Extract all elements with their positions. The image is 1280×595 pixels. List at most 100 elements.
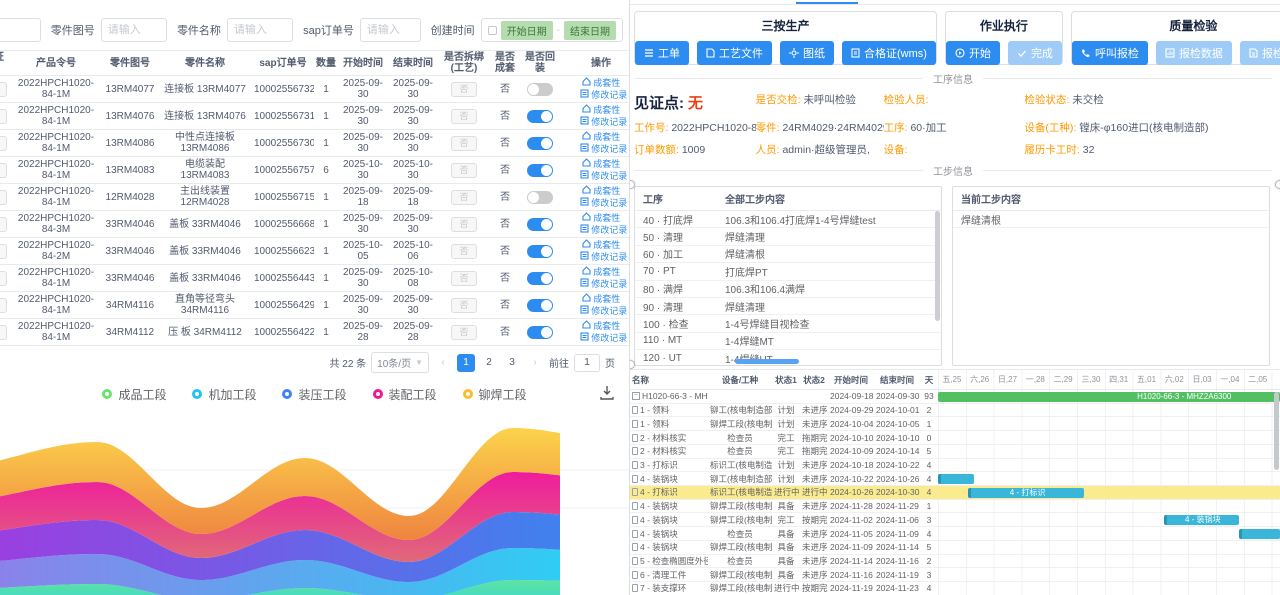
gantt-task-row[interactable]: 4 - 装锅块铆工(核电制造部)计划未进序2024-10-222024-10-2…	[630, 472, 938, 486]
page-button[interactable]: 2	[480, 354, 498, 372]
filter-input[interactable]	[227, 18, 293, 42]
reinstall-toggle[interactable]	[527, 326, 553, 339]
gantt-task-row[interactable]: 1 - 领料铆焊工段(核电制造部)计划未进序2024-10-042024-10-…	[630, 417, 938, 431]
set-link[interactable]: 成套性	[582, 240, 621, 250]
reinstall-toggle[interactable]	[527, 299, 553, 312]
unbind-badge[interactable]: 否	[451, 271, 476, 286]
set-link[interactable]: 成套性	[582, 186, 621, 196]
reinstall-toggle[interactable]	[527, 110, 553, 123]
table-row[interactable]: 否2022HPCH1020-84-1M13RM4076连接板 13RM40761…	[0, 103, 630, 130]
set-link[interactable]: 成套性	[582, 213, 621, 223]
gantt-task-row[interactable]: 1 - 领料铆工(核电制造部)计划未进序2024-09-292024-10-01…	[630, 404, 938, 418]
collapse-icon[interactable]: −	[632, 392, 640, 400]
完成-button[interactable]: 完成	[1008, 41, 1062, 65]
page-button[interactable]: 3	[503, 354, 521, 372]
resize-handle-icon[interactable]	[630, 360, 635, 369]
checkbox-icon[interactable]	[488, 26, 497, 35]
gantt-bar[interactable]: 4 - 装锅块	[1164, 515, 1239, 526]
unbind-badge[interactable]: 否	[451, 136, 476, 151]
table-row[interactable]: 60 · 加工焊缝清根	[635, 245, 941, 262]
table-row[interactable]: 否2022HPCH1020-84-1M34RM4116直角等径弯头 34RM41…	[0, 292, 630, 319]
gantt-task-row[interactable]: 4 - 装锅块铆焊工段(核电制造部)具备未进序2024-11-282024-11…	[630, 500, 938, 514]
gantt-task-row[interactable]: −H1020-66-3 - MHZ2A63002024-09-182024-09…	[630, 390, 938, 404]
vertical-scrollbar[interactable]	[935, 211, 940, 321]
next-page-button[interactable]: ›	[526, 354, 544, 372]
unbind-badge[interactable]: 否	[451, 109, 476, 124]
filter-input[interactable]	[360, 18, 421, 42]
table-row[interactable]: 50 · 清理焊缝清理	[635, 228, 941, 245]
工艺文件-button[interactable]: 工艺文件	[697, 41, 772, 65]
table-row[interactable]: 80 · 满焊106.3和106.4满焊	[635, 280, 941, 297]
legend-item[interactable]: 机加工段	[192, 386, 256, 403]
table-row[interactable]: 90 · 清理焊缝清理	[635, 297, 941, 314]
reinstall-toggle[interactable]	[527, 218, 553, 231]
reinstall-toggle[interactable]	[527, 272, 553, 285]
unbind-badge[interactable]: 否	[451, 82, 476, 97]
gantt-task-row[interactable]: 4 - 装锅块铆焊工段(核电制造部)完工按期完成2024-11-022024-1…	[630, 513, 938, 527]
truncated-filter-input[interactable]	[0, 18, 41, 42]
set-link[interactable]: 成套性	[582, 321, 621, 331]
page-size-select[interactable]: 10条/页 ▼	[371, 352, 429, 373]
legend-item[interactable]: 装配工段	[373, 386, 437, 403]
unbind-badge[interactable]: 否	[451, 298, 476, 313]
filter-field[interactable]	[108, 24, 160, 36]
gantt-task-row[interactable]: 5 - 检查椭圆度外径检查员具备未进序2024-11-142024-11-162	[630, 555, 938, 569]
gantt-bar[interactable]	[938, 474, 974, 485]
truncated-filter-field[interactable]	[0, 24, 34, 36]
gantt-task-row[interactable]: 4 - 装锅块铆焊工段(核电制造部)具备未进序2024-11-092024-11…	[630, 541, 938, 555]
table-row[interactable]: 焊缝清根	[953, 211, 1269, 228]
unbind-badge[interactable]: 否	[451, 244, 476, 259]
table-row[interactable]: 否2022HPCH1020-84-1M13RM4086中性点连接板 13RM40…	[0, 130, 630, 157]
table-row[interactable]: 否2022HPCH1020-84-1M34RM4112压 板 34RM41121…	[0, 319, 630, 346]
unbind-badge[interactable]: 否	[451, 325, 476, 340]
record-link[interactable]: 修改记录	[580, 171, 628, 181]
prev-page-button[interactable]: ‹	[434, 354, 452, 372]
合格证(wms)-button[interactable]: 合格证(wms)	[842, 41, 936, 65]
filter-field[interactable]	[234, 24, 286, 36]
table-row[interactable]: 110 · MT1-4焊缝MT	[635, 332, 941, 349]
reinstall-toggle[interactable]	[527, 164, 553, 177]
table-row[interactable]: 否2022HPCH1020-84-2M33RM4046盖板 33RM404610…	[0, 238, 630, 265]
set-link[interactable]: 成套性	[582, 159, 621, 169]
gantt-task-row[interactable]: 7 - 装支撑环铆焊工段(核电制造部)进行中按期完成2024-11-192024…	[630, 582, 938, 595]
table-row[interactable]: 否2022HPCH1020-84-1M13RM4077连接板 13RM40771…	[0, 76, 630, 103]
开始-button[interactable]: 开始	[946, 41, 1000, 65]
page-button[interactable]: 1	[457, 354, 475, 372]
gantt-bar[interactable]	[1239, 529, 1280, 540]
record-link[interactable]: 修改记录	[580, 333, 628, 343]
record-link[interactable]: 修改记录	[580, 252, 628, 262]
filter-input[interactable]	[101, 18, 167, 42]
图纸-button[interactable]: 图纸	[780, 41, 834, 65]
set-link[interactable]: 成套性	[582, 267, 621, 277]
legend-item[interactable]: 铆焊工段	[463, 386, 527, 403]
set-link[interactable]: 成套性	[582, 132, 621, 142]
resize-handle-icon[interactable]	[1275, 180, 1280, 189]
table-row[interactable]: 否2022HPCH1020-84-1M13RM4083电缆装配 13RM4083…	[0, 157, 630, 184]
record-link[interactable]: 修改记录	[580, 279, 628, 289]
table-row[interactable]: 否2022HPCH1020-84-3M33RM4046盖板 33RM404610…	[0, 211, 630, 238]
table-row[interactable]: 70 · PT打底焊PT	[635, 263, 941, 280]
record-link[interactable]: 修改记录	[580, 225, 628, 235]
reinstall-toggle[interactable]	[527, 83, 553, 96]
gantt-task-row[interactable]: 6 - 清理工件铆焊工段(核电制造部)具备未进序2024-11-162024-1…	[630, 568, 938, 582]
record-link[interactable]: 修改记录	[580, 144, 628, 154]
报检记录-button[interactable]: 报检记录	[1240, 41, 1280, 65]
工单-button[interactable]: 工单	[635, 41, 689, 65]
gantt-vertical-scrollbar[interactable]	[1274, 392, 1279, 470]
reinstall-toggle[interactable]	[527, 245, 553, 258]
gantt-task-row[interactable]: 2 - 材料核实检查员完工拖期完成2024-10-092024-10-145	[630, 445, 938, 459]
set-link[interactable]: 成套性	[582, 105, 621, 115]
unbind-badge[interactable]: 否	[451, 217, 476, 232]
table-row[interactable]: 40 · 打底焊106.3和106.4打底焊1-4号焊缝test	[635, 211, 941, 228]
filter-field[interactable]	[367, 24, 414, 36]
record-link[interactable]: 修改记录	[580, 306, 628, 316]
legend-item[interactable]: 成品工段	[102, 386, 166, 403]
table-row[interactable]: 否2022HPCH1020-84-1M12RM4028主出线装置 12RM402…	[0, 184, 630, 211]
呼叫报检-button[interactable]: 呼叫报检	[1072, 41, 1148, 65]
horizontal-scrollbar[interactable]	[735, 359, 799, 364]
tab-strip[interactable]	[630, 0, 1280, 5]
unbind-badge[interactable]: 否	[451, 163, 476, 178]
set-link[interactable]: 成套性	[582, 294, 621, 304]
table-row[interactable]: 否2022HPCH1020-84-1M33RM4046盖板 33RM404610…	[0, 265, 630, 292]
gantt-task-row[interactable]: 4 - 打标识标识工(核电制造部)进行中进行中2024-10-262024-10…	[630, 486, 938, 500]
